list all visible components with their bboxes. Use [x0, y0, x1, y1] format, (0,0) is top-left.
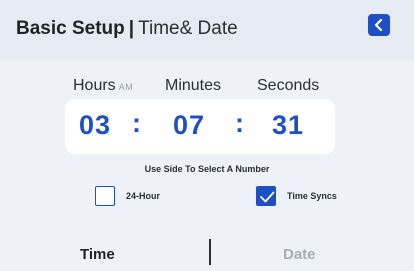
back-button[interactable] — [368, 14, 390, 36]
seconds-value[interactable]: 31 — [272, 110, 304, 141]
title-main: Basic Setup — [16, 18, 125, 39]
chevron-left-icon — [374, 18, 383, 32]
minutes-label: Minutes — [165, 77, 222, 94]
title-separator: | — [128, 18, 135, 39]
time-syncs-label: Time Syncs — [287, 191, 337, 201]
hours-value[interactable]: 03 — [79, 110, 111, 141]
hour24-checkbox[interactable] — [95, 186, 115, 206]
hour24-label: 24-Hour — [126, 191, 161, 201]
seconds-label: Seconds — [257, 77, 320, 94]
header-bar: Basic Setup | Time& Date — [0, 0, 414, 60]
minutes-value[interactable]: 07 — [173, 110, 205, 141]
time-syncs-checkbox[interactable] — [256, 186, 276, 206]
time-syncs-option[interactable]: Time Syncs — [256, 186, 337, 206]
time-display-card: 03 : 07 : 31 — [65, 99, 335, 154]
page-title: Basic Setup | Time& Date — [16, 18, 238, 40]
checkmark-icon — [260, 191, 275, 203]
hours-label: Hours AM — [73, 77, 133, 95]
ampm-indicator: AM — [118, 82, 134, 92]
tab-time[interactable]: Time — [80, 246, 115, 263]
tab-date[interactable]: Date — [283, 246, 316, 263]
tab-divider — [209, 239, 211, 265]
time-separator: : — [235, 108, 244, 138]
hour24-option[interactable]: 24-Hour — [95, 186, 160, 206]
title-subtitle: Time& Date — [138, 18, 238, 39]
selection-hint: Use Side To Select A Number — [144, 164, 270, 174]
hours-label-text: Hours — [73, 77, 116, 94]
time-separator: : — [132, 108, 141, 138]
